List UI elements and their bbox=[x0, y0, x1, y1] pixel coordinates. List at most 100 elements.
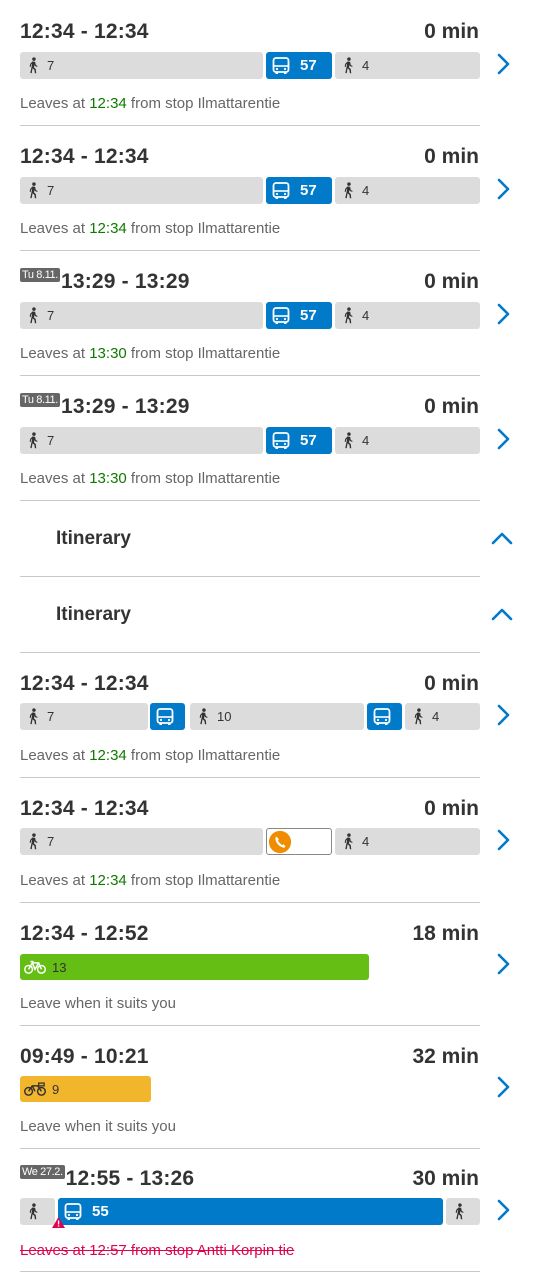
info-suffix: from stop Ilmattarentie bbox=[126, 345, 281, 362]
bus-icon bbox=[272, 307, 290, 325]
bus-route-number: 57 bbox=[300, 182, 317, 199]
itinerary-times: 12:34 - 12:52 bbox=[20, 922, 149, 945]
bus-leg: 57 bbox=[266, 52, 332, 79]
divider bbox=[20, 1148, 480, 1149]
itinerary-duration: 0 min bbox=[424, 145, 479, 168]
walk-distance: 7 bbox=[47, 58, 55, 73]
itinerary-legs-bar: 7 57 4 bbox=[20, 52, 480, 79]
itinerary-duration: 0 min bbox=[424, 797, 479, 820]
chevron-right-icon[interactable] bbox=[493, 177, 513, 201]
itinerary-times: 12:34 - 12:34 bbox=[20, 145, 149, 168]
walk-distance: 7 bbox=[47, 433, 55, 448]
chevron-right-icon[interactable] bbox=[493, 703, 513, 727]
chevron-right-icon[interactable] bbox=[493, 828, 513, 852]
itinerary-duration: 0 min bbox=[424, 672, 479, 695]
section-title: Itinerary bbox=[56, 604, 131, 625]
departure-info: Leaves at 13:30 from stop Ilmattarentie bbox=[20, 470, 280, 487]
divider bbox=[20, 652, 480, 653]
departure-time: 12:34 bbox=[89, 95, 127, 112]
itinerary-times: 12:34 - 12:34 bbox=[20, 797, 149, 820]
departure-info: Leaves at 13:30 from stop Ilmattarentie bbox=[20, 345, 280, 362]
bus-leg: 57 bbox=[266, 427, 332, 454]
walk-icon bbox=[343, 57, 354, 74]
divider bbox=[20, 125, 480, 126]
walk-distance: 4 bbox=[362, 58, 370, 73]
itinerary-legs-bar: 7 10 4 bbox=[20, 703, 480, 730]
bus-leg bbox=[150, 703, 185, 730]
walk-distance: 7 bbox=[47, 709, 55, 724]
call-agency-leg bbox=[266, 828, 332, 855]
info-prefix: Leaves at bbox=[20, 345, 90, 362]
bus-route-number: 55 bbox=[92, 1203, 109, 1220]
info-suffix: from stop Ilmattarentie bbox=[126, 747, 281, 764]
walk-distance: 4 bbox=[362, 183, 370, 198]
chevron-right-icon[interactable] bbox=[493, 52, 513, 76]
bus-leg bbox=[367, 703, 402, 730]
itinerary-legs-bar: 7 4 bbox=[20, 828, 480, 855]
walk-leg: 7 bbox=[20, 52, 263, 79]
walk-distance: 4 bbox=[432, 709, 440, 724]
time-range: 13:29 - 13:29 bbox=[60, 270, 190, 293]
bus-icon bbox=[272, 432, 290, 450]
walk-leg: 4 bbox=[335, 177, 480, 204]
bus-route-number: 57 bbox=[300, 432, 317, 449]
walk-leg: 4 bbox=[335, 427, 480, 454]
itinerary-times: Tu 8.11. 13:29 - 13:29 bbox=[20, 268, 190, 294]
walk-distance: 7 bbox=[47, 183, 55, 198]
bus-icon bbox=[272, 57, 290, 75]
walk-icon bbox=[28, 182, 39, 199]
walk-icon bbox=[28, 57, 39, 74]
chevron-right-icon[interactable] bbox=[493, 952, 513, 976]
chevron-up-icon[interactable] bbox=[491, 606, 513, 622]
bus-route-number: 57 bbox=[300, 57, 317, 74]
bus-leg: 55 bbox=[58, 1198, 443, 1225]
departure-info-cancelled: Leaves at 12:57 from stop Antti Korpin t… bbox=[20, 1242, 295, 1259]
departure-info: Leave when it suits you bbox=[20, 995, 176, 1012]
itinerary-legs-bar: 7 57 4 bbox=[20, 427, 480, 454]
walk-leg bbox=[20, 1198, 55, 1225]
time-range: 12:55 - 13:26 bbox=[65, 1167, 195, 1190]
chevron-right-icon[interactable] bbox=[493, 427, 513, 451]
itinerary-duration: 0 min bbox=[424, 270, 479, 293]
departure-info: Leaves at 12:34 from stop Ilmattarentie bbox=[20, 220, 280, 237]
info-suffix: from stop Ilmattarentie bbox=[126, 470, 281, 487]
divider bbox=[20, 576, 480, 577]
citybike-leg: 9 bbox=[20, 1076, 151, 1102]
walk-icon bbox=[28, 708, 39, 725]
chevron-right-icon[interactable] bbox=[493, 1075, 513, 1099]
departure-time: 13:30 bbox=[89, 345, 127, 362]
info-prefix: Leaves at bbox=[20, 220, 90, 237]
bus-route-number: 57 bbox=[300, 307, 317, 324]
walk-icon bbox=[343, 432, 354, 449]
itinerary-legs-bar: 9 bbox=[20, 1076, 480, 1103]
chevron-up-icon[interactable] bbox=[491, 530, 513, 546]
walk-icon bbox=[343, 182, 354, 199]
departure-time: 13:30 bbox=[89, 470, 127, 487]
chevron-right-icon[interactable] bbox=[493, 302, 513, 326]
chevron-right-icon[interactable] bbox=[493, 1198, 513, 1222]
itinerary-legs-bar: 7 57 4 bbox=[20, 302, 480, 329]
walk-leg: 7 bbox=[20, 302, 263, 329]
bus-icon bbox=[156, 708, 174, 726]
bike-distance: 13 bbox=[52, 959, 67, 975]
itinerary-duration: 30 min bbox=[412, 1167, 479, 1190]
departure-time: 12:34 bbox=[89, 747, 127, 764]
walk-icon bbox=[28, 432, 39, 449]
info-suffix: from stop Ilmattarentie bbox=[126, 872, 281, 889]
divider bbox=[20, 902, 480, 903]
divider bbox=[20, 777, 480, 778]
walk-icon bbox=[454, 1203, 465, 1220]
itinerary-times: Tu 8.11. 13:29 - 13:29 bbox=[20, 393, 190, 419]
citybike-icon bbox=[24, 1082, 46, 1097]
info-prefix: Leaves at bbox=[20, 95, 90, 112]
walk-distance: 7 bbox=[47, 308, 55, 323]
walk-icon bbox=[343, 307, 354, 324]
walk-distance: 4 bbox=[362, 834, 370, 849]
walk-leg: 4 bbox=[405, 703, 480, 730]
walk-leg bbox=[446, 1198, 480, 1225]
walk-leg: 7 bbox=[20, 703, 148, 730]
date-badge: We 27.2. bbox=[20, 1165, 65, 1179]
info-suffix: from stop Ilmattarentie bbox=[126, 95, 281, 112]
walk-leg: 7 bbox=[20, 427, 263, 454]
bus-leg: 57 bbox=[266, 302, 332, 329]
